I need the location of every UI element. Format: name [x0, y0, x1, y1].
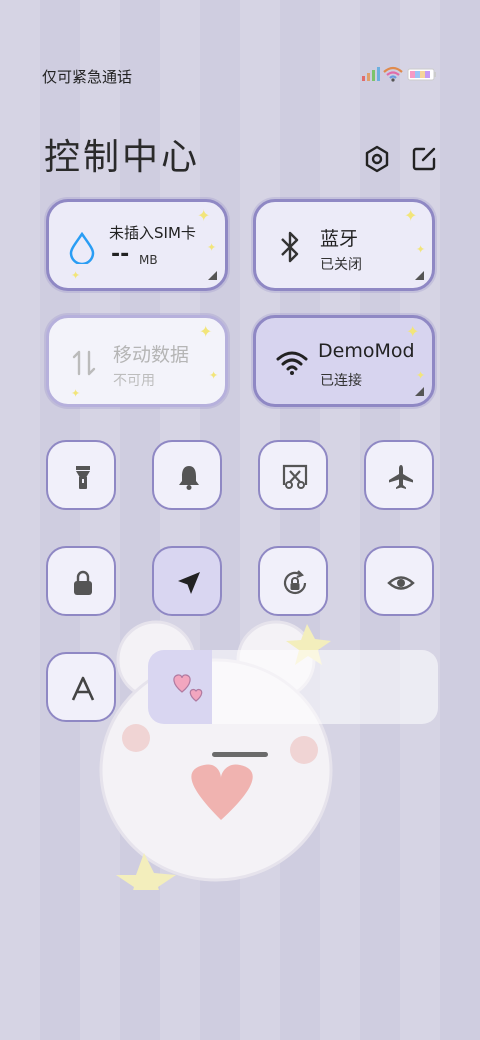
data-usage-unit: MB — [139, 253, 158, 267]
expand-corner-icon — [415, 387, 424, 396]
hearts-icon — [173, 674, 203, 702]
lock-icon — [74, 570, 92, 595]
screenshot-toggle[interactable] — [258, 440, 328, 510]
drag-handle[interactable] — [212, 752, 268, 757]
expand-corner-icon — [208, 271, 217, 280]
page-title: 控制中心 — [44, 137, 201, 178]
bell-icon — [179, 466, 199, 490]
brightness-slider[interactable] — [148, 650, 438, 724]
ring-mode-toggle[interactable] — [152, 440, 222, 510]
reading-mode-toggle[interactable] — [364, 546, 434, 616]
location-toggle[interactable] — [152, 546, 222, 616]
water-drop-icon — [69, 232, 95, 264]
airplane-mode-toggle[interactable] — [364, 440, 434, 510]
sim-status-label: 未插入SIM卡 — [109, 224, 196, 242]
rotation-lock-toggle[interactable] — [258, 546, 328, 616]
font-icon — [71, 676, 95, 701]
mobile-data-tile[interactable]: 移动数据 不可用 ✦ ✦ ✦ — [46, 315, 228, 407]
eye-icon — [387, 576, 415, 590]
sparkle-icon: ✦ — [416, 369, 426, 382]
flashlight-toggle[interactable] — [46, 440, 116, 510]
status-bar: 仅可紧急通话 — [0, 60, 480, 90]
expand-corner-icon — [415, 271, 424, 280]
battery-icon — [407, 68, 436, 81]
font-size-toggle[interactable] — [46, 652, 116, 722]
mobile-data-status: 不可用 — [113, 373, 155, 389]
screenshot-icon — [282, 464, 308, 489]
sparkle-icon: ✦ — [406, 322, 420, 341]
flashlight-icon — [76, 466, 90, 489]
settings-icon[interactable] — [363, 145, 391, 173]
wifi-status-icon — [383, 66, 403, 82]
sparkle-icon: ✦ — [197, 206, 211, 225]
bluetooth-status: 已关闭 — [320, 257, 362, 273]
mobile-data-arrows-icon — [72, 350, 96, 376]
airplane-icon — [389, 465, 413, 489]
bluetooth-label: 蓝牙 — [320, 228, 359, 250]
wifi-icon — [276, 351, 308, 375]
location-icon — [178, 572, 200, 594]
mobile-data-label: 移动数据 — [113, 344, 190, 366]
sparkle-icon: ✦ — [404, 206, 418, 225]
wifi-network-name: DemoMod — [318, 340, 415, 362]
sparkle-icon: ✦ — [199, 322, 213, 341]
sparkle-icon: ✦ — [209, 369, 219, 382]
status-icons — [362, 66, 436, 82]
bluetooth-icon — [281, 231, 299, 263]
sparkle-icon: ✦ — [71, 269, 81, 282]
signal-icon — [362, 67, 380, 81]
rotation-lock-icon — [283, 570, 307, 595]
sparkle-icon: ✦ — [207, 241, 217, 254]
data-usage-value: -- — [111, 242, 130, 267]
sparkle-icon: ✦ — [71, 387, 81, 400]
wifi-status: 已连接 — [320, 373, 362, 389]
lock-screen-toggle[interactable] — [46, 546, 116, 616]
wifi-tile[interactable]: DemoMod 已连接 ✦ ✦ — [253, 315, 435, 407]
bluetooth-tile[interactable]: 蓝牙 已关闭 ✦ ✦ — [253, 199, 435, 291]
edit-icon[interactable] — [410, 145, 438, 173]
sparkle-icon: ✦ — [416, 243, 426, 256]
carrier-status-text: 仅可紧急通话 — [42, 68, 133, 86]
sim-data-tile[interactable]: 未插入SIM卡 -- MB ✦ ✦ ✦ — [46, 199, 228, 291]
